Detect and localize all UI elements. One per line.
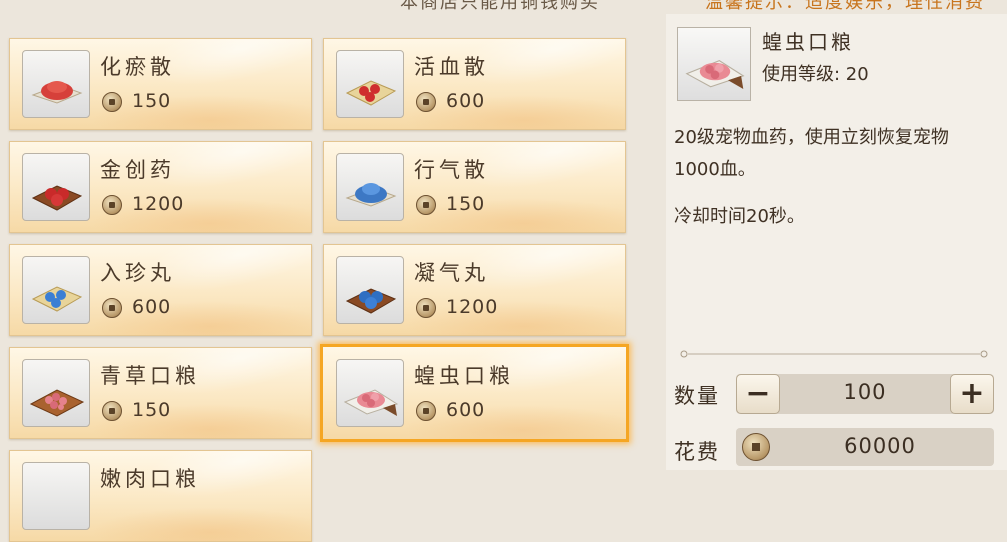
item-card[interactable]: 活血散 600 [323,38,626,130]
item-card-selected[interactable]: 蝗虫口粮 600 [320,344,629,442]
decrease-quantity-button[interactable]: − [736,374,780,414]
red-pills-tray-icon [22,153,90,221]
item-card[interactable]: 化瘀散 150 [9,38,312,130]
quantity-label: 数量 [674,384,720,408]
item-name: 金创药 [100,158,175,182]
copper-coin-icon [416,92,436,112]
item-card[interactable]: 凝气丸 1200 [323,244,626,336]
item-grid: 化瘀散 150 活血散 600 金创药 1200 行气散 150 入珍丸 600… [0,0,660,542]
item-price: 600 [446,90,486,112]
blue-pills-plate-icon [22,256,90,324]
copper-coin-icon [742,433,770,461]
item-detail-panel: 蝗虫口粮 使用等级: 20 20级宠物血药，使用立刻恢复宠物1000血。 冷却时… [666,14,1007,470]
gaming-tip: 温馨提示：适度娱乐，理性消费 [705,0,985,12]
item-name: 嫩肉口粮 [100,467,200,491]
copper-coin-icon [416,298,436,318]
copper-coin-icon [416,401,436,421]
pink-feed-tray-icon [22,359,90,427]
pink-feed-cloth-icon [677,27,751,101]
item-price: 1200 [446,296,499,318]
quantity-input[interactable]: 100 [780,380,950,404]
item-price: 1200 [132,193,185,215]
detail-use-level: 使用等级: 20 [762,64,869,85]
item-name: 化瘀散 [100,55,175,79]
item-price: 600 [446,399,486,421]
item-name: 活血散 [414,55,489,79]
red-powder-pile-icon [22,50,90,118]
detail-description: 20级宠物血药，使用立刻恢复宠物1000血。 [674,127,949,180]
copper-coin-icon [102,401,122,421]
copper-coin-icon [102,92,122,112]
item-name: 青草口粮 [100,364,200,388]
item-name: 行气散 [414,158,489,182]
blue-pills-tray-icon [336,256,404,324]
copper-coin-icon [416,195,436,215]
copper-coin-icon [102,195,122,215]
copper-coin-icon [102,298,122,318]
quantity-stepper: − 100 + [736,374,994,414]
pink-feed-cloth-icon [336,359,404,427]
item-card[interactable]: 行气散 150 [323,141,626,233]
cost-label: 花费 [674,440,720,464]
feed-icon [22,462,90,530]
item-name: 蝗虫口粮 [414,364,514,388]
item-name: 凝气丸 [414,261,489,285]
total-cost: 60000 [844,434,916,458]
blue-powder-pile-icon [336,153,404,221]
item-card[interactable]: 嫩肉口粮 [9,450,312,542]
increase-quantity-button[interactable]: + [950,374,994,414]
item-card[interactable]: 入珍丸 600 [9,244,312,336]
item-price: 150 [132,90,172,112]
item-price: 150 [132,399,172,421]
red-pills-plate-icon [336,50,404,118]
detail-cooldown: 冷却时间20秒。 [674,206,805,227]
item-name: 入珍丸 [100,261,175,285]
detail-item-name: 蝗虫口粮 [762,30,854,54]
item-price: 600 [132,296,172,318]
item-price: 150 [446,193,486,215]
item-card[interactable]: 金创药 1200 [9,141,312,233]
divider [680,350,988,358]
cost-display: 60000 [736,428,994,466]
item-card[interactable]: 青草口粮 150 [9,347,312,439]
